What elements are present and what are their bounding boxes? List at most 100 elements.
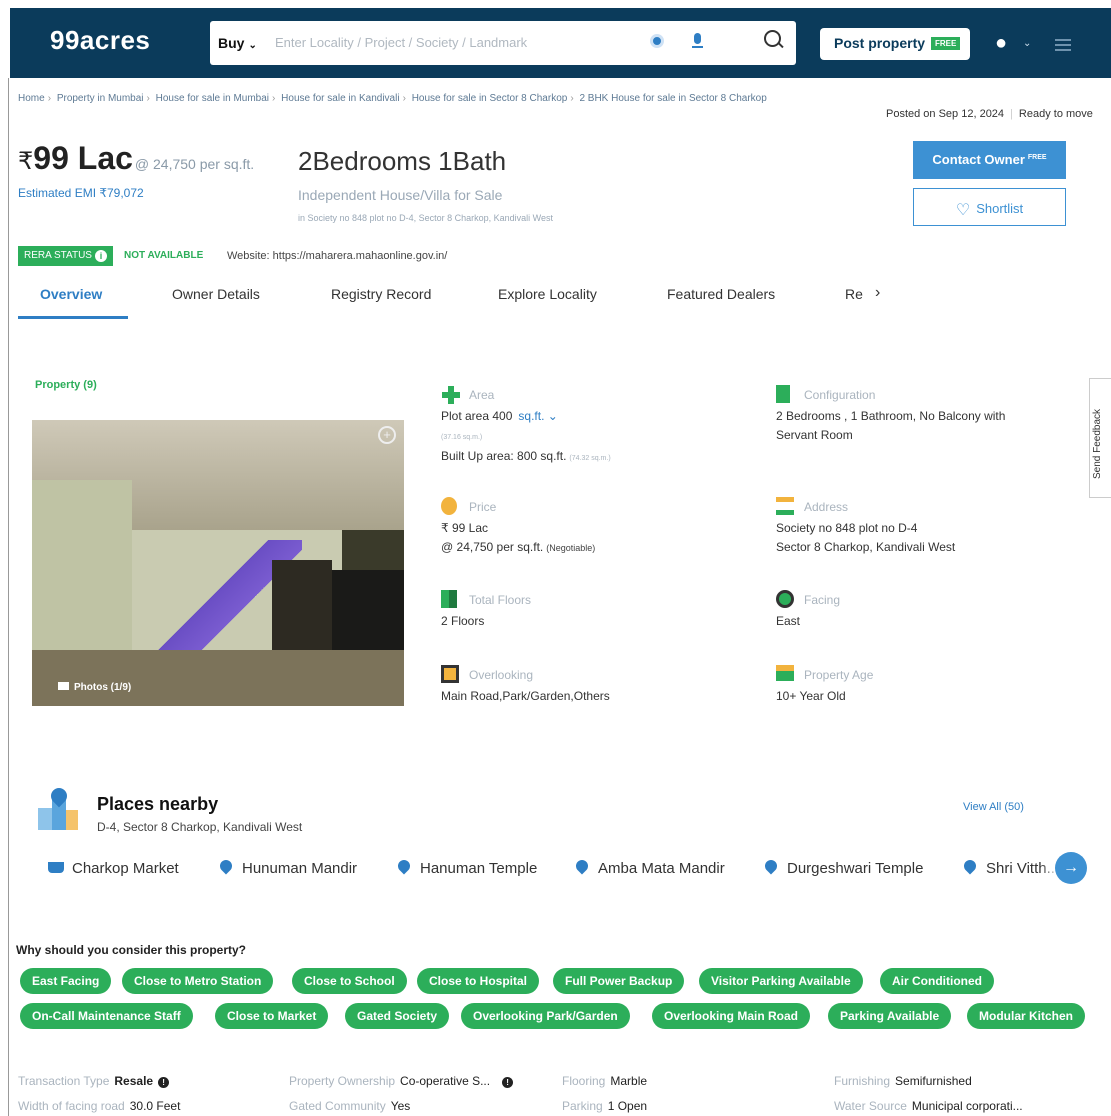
house-age-icon (776, 665, 794, 681)
place-item[interactable]: Charkop Market (48, 860, 179, 877)
area-label: Area (469, 388, 495, 402)
signpost-icon (776, 497, 794, 515)
place-name: Amba Mata Mandir (598, 860, 725, 877)
feature-chip: Overlooking Main Road (652, 1003, 811, 1029)
search-bar: Buy ⌄ Enter Locality / Project / Society … (210, 21, 796, 65)
feature-chip: Air Conditioned (880, 968, 994, 994)
site-logo[interactable]: 99acres (50, 25, 150, 56)
send-feedback-label: Send Feedback (1092, 408, 1103, 479)
search-icon[interactable] (764, 30, 784, 52)
facing-label: Facing (804, 593, 841, 607)
property-age-value: 10+ Year Old (776, 689, 846, 703)
breadcrumb: Home › Property in Mumbai › House for sale… (18, 93, 767, 104)
estimated-emi-link[interactable]: Estimated EMI ₹79,072 (18, 186, 144, 200)
tab-overview[interactable]: Overview (40, 286, 102, 302)
facing-value: East (776, 614, 801, 628)
places-nearby-address: D-4, Sector 8 Charkop, Kandivali West (97, 820, 303, 834)
location-pin-icon (961, 857, 979, 875)
parking-fact: Parking 1 Open (562, 1099, 647, 1113)
fact-value: 30.0 Feet (129, 1099, 181, 1113)
location-pin-icon (395, 857, 413, 875)
tab-owner-details[interactable]: Owner Details (172, 286, 260, 302)
tab-featured-dealers[interactable]: Featured Dealers (667, 286, 775, 302)
buy-dropdown[interactable]: Buy ⌄ (218, 35, 257, 51)
breadcrumb-item[interactable]: Home (18, 93, 45, 104)
property-photo[interactable]: + Photos (1/9) (32, 420, 404, 706)
chevron-down-icon[interactable]: ⌄ (1023, 38, 1031, 49)
built-up-area-sqm: (74.32 sq.m.) (569, 455, 611, 462)
property-age-detail: Property Age 10+ Year Old (776, 665, 1076, 705)
configuration-value-line1: 2 Bedrooms , 1 Bathroom, No Balcony with (776, 409, 1006, 423)
unit-dropdown[interactable]: sq.ft. ⌄ (518, 409, 557, 423)
feature-chip: Close to Metro Station (122, 968, 274, 994)
hamburger-menu-icon[interactable] (1055, 39, 1071, 51)
arrow-right-icon[interactable]: → (1055, 852, 1087, 884)
total-floors-value: 2 Floors (441, 614, 485, 628)
rera-website-link[interactable]: Website: https://maharera.mahaonline.gov… (227, 250, 447, 262)
section-tabs: Overview Owner Details Registry Record E… (18, 278, 1098, 322)
view-all-link[interactable]: View All (50) (963, 801, 1024, 813)
fact-label: Transaction Type (18, 1074, 110, 1088)
info-icon[interactable]: ! (502, 1077, 514, 1088)
feature-chip: Close to School (292, 968, 407, 994)
property-ownership-fact: Property Ownership Co-operative S...! (289, 1074, 514, 1088)
shortlist-label: Shortlist (976, 201, 1024, 216)
microphone-icon[interactable] (692, 33, 703, 49)
place-item[interactable]: Hunuman Mandir (217, 857, 358, 877)
fact-label: Property Ownership (289, 1074, 396, 1088)
fact-value: Municipal corporati... (911, 1099, 1023, 1113)
user-account-icon[interactable]: ● (995, 32, 1017, 54)
chevron-right-icon[interactable]: › (875, 284, 880, 302)
info-icon[interactable]: ! (158, 1077, 170, 1088)
breadcrumb-item[interactable]: Property in Mumbai (57, 93, 144, 104)
breadcrumb-item[interactable]: House for sale in Sector 8 Charkop (412, 93, 568, 104)
heart-icon: ♡ (955, 202, 971, 219)
gallery-icon (58, 682, 69, 690)
window-icon (441, 665, 459, 683)
contact-owner-button[interactable]: Contact Owner FREE (913, 141, 1066, 179)
shortlist-button[interactable]: ♡ Shortlist (913, 188, 1066, 226)
address-label: Address (804, 500, 849, 514)
breadcrumb-item[interactable]: House for sale in Kandivali (281, 93, 399, 104)
page-edge-line (8, 78, 9, 1116)
rupee-symbol: ₹ (18, 148, 34, 175)
breadcrumb-item[interactable]: House for sale in Mumbai (156, 93, 269, 104)
configuration-detail: Configuration 2 Bedrooms , 1 Bathroom, N… (776, 385, 1076, 445)
address-detail: Address Society no 848 plot no D-4 Sector… (776, 497, 1076, 557)
plot-area-sqm: (37.16 sq.m.) (441, 434, 483, 441)
feature-chip: On-Call Maintenance Staff (20, 1003, 193, 1029)
price-amount: 99 Lac (33, 140, 133, 176)
send-feedback-tab[interactable]: Send Feedback (1089, 378, 1111, 498)
feature-chip: Close to Hospital (417, 968, 540, 994)
photos-count[interactable]: Photos (1/9) (58, 682, 131, 693)
price-value: ₹ 99 Lac (441, 521, 488, 535)
overlooking-detail: Overlooking Main Road,Park/Garden,Others (441, 665, 741, 705)
place-item[interactable]: Amba Mata Mandir (573, 857, 725, 877)
possession-status: Ready to move (1018, 108, 1093, 120)
feature-chip: Modular Kitchen (967, 1003, 1086, 1029)
place-name: Charkop Market (72, 860, 179, 877)
tab-registry-record[interactable]: Registry Record (331, 286, 431, 302)
search-input[interactable]: Enter Locality / Project / Society / Lan… (275, 35, 527, 50)
tab-explore-locality[interactable]: Explore Locality (498, 286, 597, 302)
building-floors-icon (441, 590, 457, 608)
place-item[interactable]: Hanuman Temple (395, 857, 537, 877)
place-item[interactable]: Durgeshwari Temple (762, 857, 923, 877)
negotiable-label: (Negotiable) (546, 543, 596, 553)
place-name: Hunuman Mandir (242, 860, 358, 877)
property-age-label: Property Age (804, 668, 874, 682)
market-basket-icon (48, 862, 64, 873)
breadcrumb-item[interactable]: 2 BHK House for sale in Sector 8 Charkop (579, 93, 766, 104)
price-per-sqft: @ 24,750 per sq.ft. (134, 156, 255, 172)
fact-label: Furnishing (834, 1074, 891, 1088)
fact-value: 1 Open (607, 1099, 648, 1113)
location-target-icon[interactable] (650, 34, 664, 48)
transaction-type-fact: Transaction Type Resale! (18, 1074, 170, 1088)
water-source-fact: Water Source Municipal corporati... (834, 1099, 1023, 1113)
fact-label: Water Source (834, 1099, 907, 1113)
facing-road-width-fact: Width of facing road 30.0 Feet (18, 1099, 180, 1113)
zoom-in-icon[interactable]: + (378, 426, 396, 444)
post-property-button[interactable]: Post property FREE (820, 28, 970, 60)
tab-truncated[interactable]: Re (845, 286, 863, 302)
info-icon[interactable]: i (94, 250, 107, 262)
